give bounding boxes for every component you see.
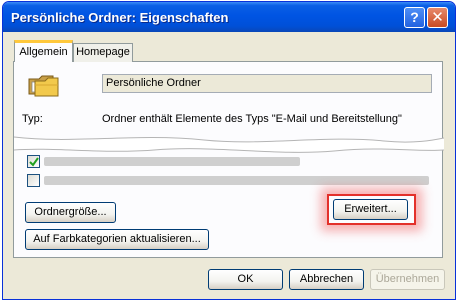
option-label-1: [44, 157, 300, 166]
folder-icon: [28, 75, 59, 97]
properties-dialog: Persönliche Ordner: Eigenschaften ? ✕ Al…: [2, 1, 456, 300]
cancel-button[interactable]: Abbrechen: [289, 269, 364, 290]
tab-panel-general: Persönliche Ordner Typ: Ordner enthält E…: [13, 61, 444, 258]
tab-allgemein[interactable]: Allgemein: [14, 40, 73, 62]
type-label: Typ:: [22, 113, 43, 125]
type-value: Ordner enthält Elemente des Typs "E-Mail…: [102, 113, 402, 125]
tab-homepage[interactable]: Homepage: [73, 43, 133, 62]
title-bar[interactable]: Persönliche Ordner: Eigenschaften ? ✕: [3, 2, 455, 32]
torn-edge-divider: [14, 136, 444, 153]
ok-button[interactable]: OK: [208, 269, 283, 290]
apply-button: Übernehmen: [370, 269, 445, 290]
close-button[interactable]: ✕: [427, 7, 448, 28]
help-button[interactable]: ?: [404, 7, 425, 28]
option-label-2: [44, 176, 429, 185]
advanced-button[interactable]: Erweitert...: [333, 199, 408, 220]
close-icon: ✕: [431, 9, 444, 26]
folder-name-field[interactable]: Persönliche Ordner: [102, 74, 432, 93]
folder-size-button[interactable]: Ordnergröße...: [25, 202, 116, 223]
window-title: Persönliche Ordner: Eigenschaften: [11, 10, 229, 25]
check-icon: [29, 157, 39, 167]
option-checkbox-1[interactable]: [27, 155, 40, 168]
update-color-categories-button[interactable]: Auf Farbkategorien aktualisieren...: [25, 229, 209, 250]
option-checkbox-2[interactable]: [27, 174, 40, 187]
help-icon: ?: [410, 9, 419, 25]
